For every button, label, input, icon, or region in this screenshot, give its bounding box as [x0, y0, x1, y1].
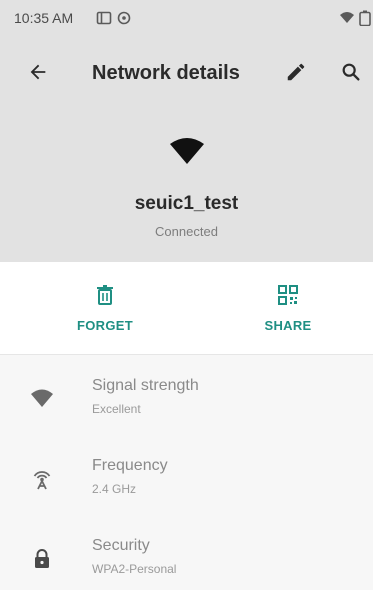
network-header: 10:35 AM Network details seuic1_test Con…	[0, 0, 373, 262]
wifi-status-icon	[339, 10, 355, 26]
detail-value: 2.4 GHz	[92, 482, 137, 496]
qr-code-icon	[278, 285, 298, 305]
detail-security[interactable]: Security WPA2-Personal	[0, 529, 373, 590]
arrow-left-icon	[30, 64, 46, 80]
wifi-icon	[170, 138, 204, 164]
forget-button[interactable]: FORGET	[50, 280, 160, 340]
search-icon	[342, 63, 360, 81]
network-actions: FORGET SHARE	[0, 262, 373, 354]
notification-card-icon	[96, 10, 112, 26]
trash-icon	[97, 285, 113, 305]
lock-icon	[35, 549, 49, 568]
network-details-screen: 10:35 AM Network details seuic1_test Con…	[0, 0, 373, 590]
battery-icon	[358, 10, 373, 27]
detail-value: WPA2-Personal	[92, 562, 177, 576]
status-time: 10:35 AM	[14, 10, 74, 26]
sync-icon	[116, 10, 132, 26]
network-detail-list: Signal strength Excellent Frequency 2.4 …	[0, 355, 373, 590]
detail-signal-strength[interactable]: Signal strength Excellent	[0, 369, 373, 447]
detail-title: Security	[92, 537, 150, 554]
pencil-icon	[287, 63, 305, 81]
forget-label: FORGET	[77, 318, 133, 333]
share-button[interactable]: SHARE	[233, 280, 343, 340]
detail-frequency[interactable]: Frequency 2.4 GHz	[0, 449, 373, 527]
edit-button[interactable]	[278, 54, 314, 90]
back-button[interactable]	[20, 54, 56, 90]
wifi-icon	[31, 389, 53, 407]
status-bar: 10:35 AM	[0, 0, 373, 40]
connection-status: Connected	[155, 224, 218, 239]
share-label: SHARE	[264, 318, 312, 333]
search-button[interactable]	[333, 54, 369, 90]
antenna-icon	[33, 471, 51, 490]
network-name: seuic1_test	[134, 193, 239, 214]
detail-value: Excellent	[92, 402, 141, 416]
detail-title: Signal strength	[92, 377, 199, 394]
detail-title: Frequency	[92, 457, 168, 474]
app-bar: Network details	[0, 48, 373, 96]
page-title: Network details	[92, 62, 240, 84]
